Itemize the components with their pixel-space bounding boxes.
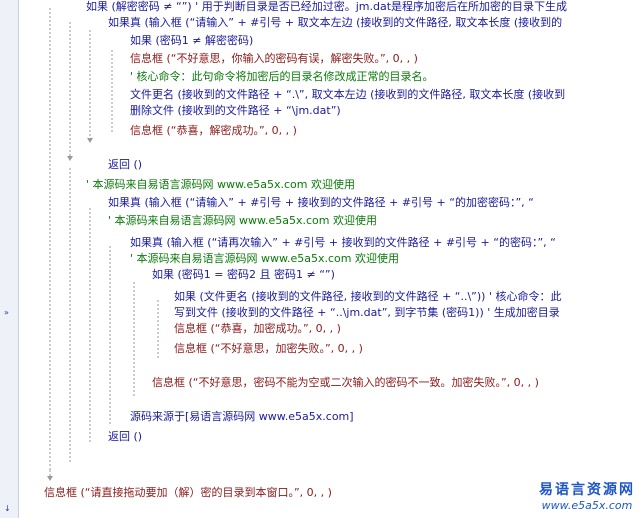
code-line[interactable]: 信息框 (“不好意思，加密失败。”, 0, , ) [174,342,363,356]
code-line[interactable]: 写到文件 (接收到的文件路径 + “..\jm.dat”, 到字节集 (密码1)… [174,306,560,320]
code-line[interactable]: 如果 (解密密码 ≠ “”) ' 用于判断目录是否已经加过密。jm.dat是程序… [86,0,567,14]
watermark-title: 易语言资源网 [539,482,635,498]
code-line[interactable]: 如果 (密码1 ≠ 解密密码) [130,34,253,48]
code-line[interactable]: 信息框 (“恭喜，加密成功。”, 0, , ) [174,322,341,336]
code-line[interactable]: 如果真 (输入框 (“请再次输入” + #引号 + 接收到的文件路径 + #引号… [130,236,556,250]
code-line[interactable]: ' 本源码来自易语言源码网 www.e5a5x.com 欢迎使用 [130,252,399,266]
code-line[interactable]: 信息框 (“不好意思，你输入的密码有误，解密失败。”, 0, , ) [130,52,418,66]
code-line[interactable]: 返回 () [108,430,142,444]
code-line[interactable]: 信息框 (“恭喜，解密成功。”, 0, , ) [130,124,297,138]
code-line[interactable]: 源码来源于[易语言源码网 www.e5a5x.com] [130,410,354,424]
code-line[interactable]: ' 本源码来自易语言源码网 www.e5a5x.com 欢迎使用 [108,214,377,228]
scroll-down-arrow-icon[interactable]: ↓ [4,504,11,514]
code-line[interactable]: 如果真 (输入框 (“请输入” + #引号 + 取文本左边 (接收到的文件路径,… [108,16,562,30]
code-line[interactable]: 如果 (密码1 = 密码2 且 密码1 ≠ “”) [152,268,335,282]
code-line[interactable]: 信息框 (“不好意思，密码不能为空或二次输入的密码不一致。加密失败。”, 0, … [152,376,539,390]
code-line[interactable]: ' 核心命令：此句命令将加密后的目录名修改成正常的目录名。 [130,70,434,84]
code-editor[interactable]: 如果 (解密密码 ≠ “”) ' 用于判断目录是否已经加过密。jm.dat是程序… [18,0,643,518]
code-line[interactable]: 返回 () [108,158,142,172]
line-gutter: » ↓ [0,0,19,518]
site-watermark: 易语言资源网 www.e5a5x.com [539,479,635,512]
code-line[interactable]: 如果 (文件更名 (接收到的文件路径, 接收到的文件路径 + “..\”)) '… [174,290,561,304]
code-line[interactable]: 删除文件 (接收到的文件路径 + “\jm.dat”) [130,104,341,118]
code-line[interactable]: 文件更名 (接收到的文件路径 + “.\”, 取文本左边 (接收到的文件路径, … [130,88,565,102]
code-line[interactable]: 信息框 (“请直接拖动要加（解）密的目录到本窗口。”, 0, , ) [44,486,332,500]
code-line[interactable]: ' 本源码来自易语言源码网 www.e5a5x.com 欢迎使用 [86,178,355,192]
code-line[interactable]: 如果真 (输入框 (“请输入” + #引号 + 接收到的文件路径 + #引号 +… [108,196,534,210]
watermark-url: www.e5a5x.com [541,499,633,512]
breakpoint-arrow-icon[interactable]: » [4,308,9,318]
